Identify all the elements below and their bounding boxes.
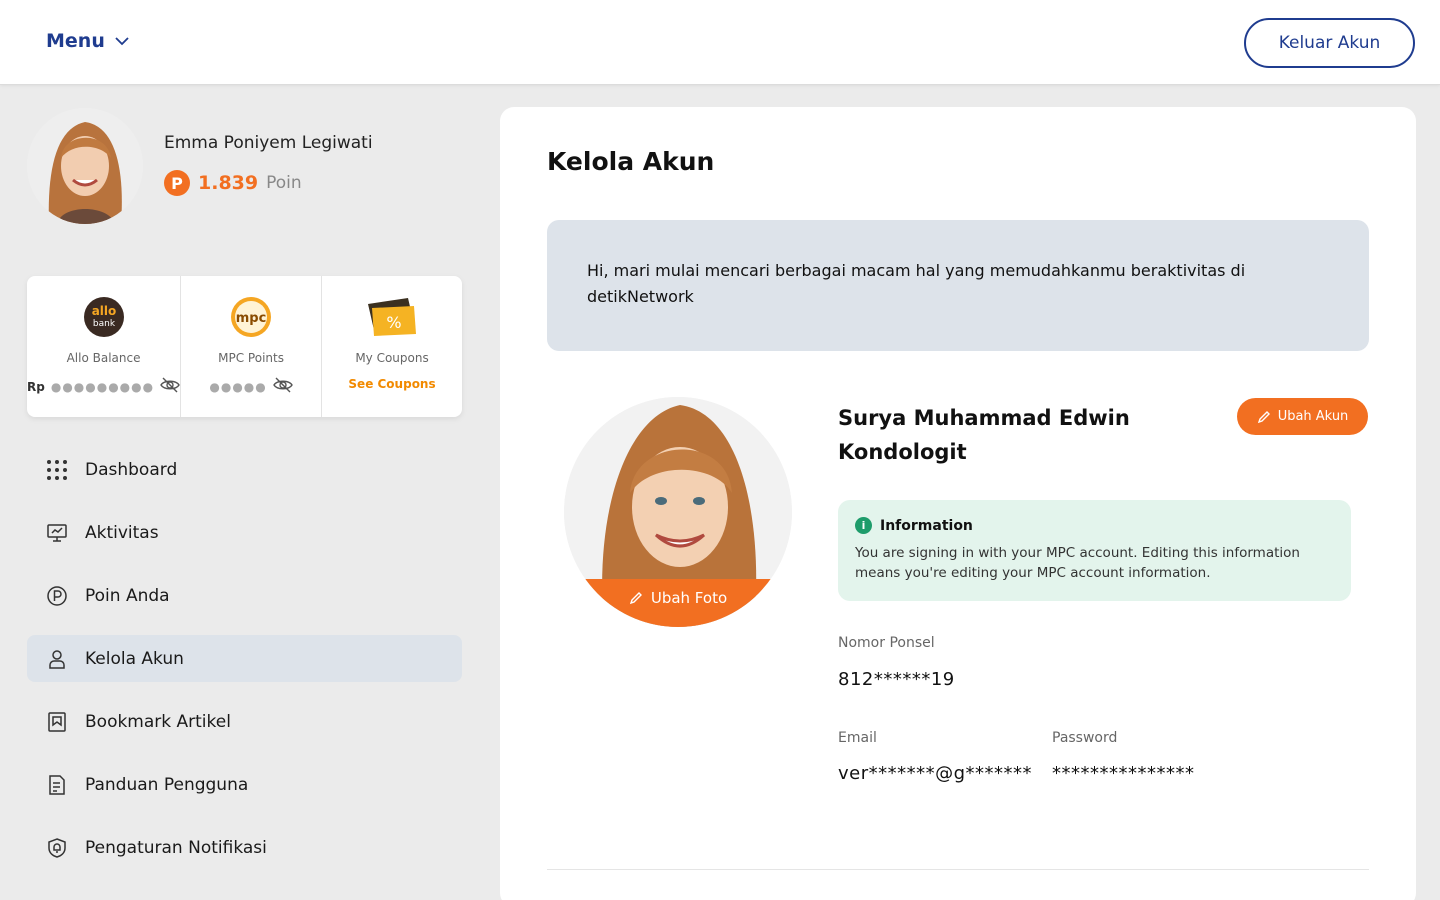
currency-label: Rp <box>27 379 45 394</box>
information-notice: i Information You are signing in with yo… <box>838 500 1351 601</box>
points-badge-icon: P <box>164 170 190 196</box>
sidebar-item-label: Aktivitas <box>85 522 159 543</box>
email-value: ver*******@g******* <box>838 763 1033 784</box>
masked-balance: ●●●●●●●●● <box>50 379 155 394</box>
monitor-icon <box>45 521 69 545</box>
sidebar-item-label: Bookmark Artikel <box>85 711 231 732</box>
grid-dots-icon <box>45 458 69 482</box>
sidebar-item-aktivitas[interactable]: Aktivitas <box>27 509 462 556</box>
email-label: Email <box>838 730 877 746</box>
avatar-photo <box>27 108 143 224</box>
masked-points: ●●●●● <box>209 379 267 394</box>
sidebar-item-label: Dashboard <box>85 459 178 480</box>
eye-off-icon[interactable] <box>160 377 180 396</box>
sidebar-item-dashboard[interactable]: Dashboard <box>27 446 462 493</box>
sidebar-item-pengaturan-notifikasi[interactable]: Pengaturan Notifikasi <box>27 824 462 871</box>
information-title: Information <box>880 517 973 534</box>
profile-photo: Ubah Foto <box>564 397 792 627</box>
sidebar-nav: Dashboard Aktivitas Poin Anda Kelola Aku… <box>27 446 462 887</box>
sidebar-item-panduan-pengguna[interactable]: Panduan Pengguna <box>27 761 462 808</box>
info-icon: i <box>855 517 872 534</box>
password-label: Password <box>1052 730 1118 746</box>
wallet-card: allo bank Allo Balance Rp ●●●●●●●●● mpc … <box>27 276 462 417</box>
svg-text:allo: allo <box>91 304 116 318</box>
allo-bank-icon: allo bank <box>83 297 124 337</box>
edit-account-button[interactable]: Ubah Akun <box>1237 398 1368 435</box>
points-unit: Poin <box>266 173 302 193</box>
sidebar-item-label: Pengaturan Notifikasi <box>85 837 267 858</box>
menu-dropdown-button[interactable]: Menu <box>46 30 131 52</box>
my-coupons-label: My Coupons <box>355 351 429 365</box>
allo-balance-label: Allo Balance <box>66 351 141 365</box>
sidebar-item-kelola-akun[interactable]: Kelola Akun <box>27 635 462 682</box>
see-coupons-link[interactable]: See Coupons <box>348 377 435 391</box>
sidebar-item-bookmark-artikel[interactable]: Bookmark Artikel <box>27 698 462 745</box>
change-photo-button[interactable]: Ubah Foto <box>564 579 792 627</box>
sidebar-item-poin-anda[interactable]: Poin Anda <box>27 572 462 619</box>
profile-name: Emma Poniyem Legiwati <box>164 133 373 153</box>
greeting-banner: Hi, mari mulai mencari berbagai macam ha… <box>547 220 1369 351</box>
mpc-points-value: ●●●●● <box>209 377 293 396</box>
allo-balance-panel[interactable]: allo bank Allo Balance Rp ●●●●●●●●● <box>27 276 180 417</box>
chevron-down-icon <box>115 37 129 46</box>
pencil-icon <box>1257 410 1270 423</box>
sidebar-item-label: Panduan Pengguna <box>85 774 249 795</box>
account-panel: Kelola Akun Hi, mari mulai mencari berba… <box>500 107 1416 900</box>
menu-label: Menu <box>46 30 105 52</box>
mpc-points-label: MPC Points <box>218 351 284 365</box>
change-photo-label: Ubah Foto <box>650 589 728 607</box>
coupon-ticket-icon: % <box>368 298 417 336</box>
top-bar: Menu Keluar Akun <box>0 0 1440 85</box>
divider <box>547 869 1369 870</box>
page-title: Kelola Akun <box>547 147 715 176</box>
profile-points: P 1.839 Poin <box>164 170 302 196</box>
information-header: i Information <box>855 517 1334 534</box>
sidebar-item-label: Kelola Akun <box>85 648 184 669</box>
svg-text:bank: bank <box>92 319 115 329</box>
avatar <box>27 108 143 224</box>
phone-label: Nomor Ponsel <box>838 635 935 651</box>
guide-icon <box>45 773 69 797</box>
edit-account-label: Ubah Akun <box>1277 409 1349 424</box>
user-icon <box>45 647 69 671</box>
points-circle-icon <box>45 584 69 608</box>
account-user-name: Surya Muhammad Edwin Kondologit <box>838 406 1130 464</box>
svg-text:%: % <box>386 313 401 332</box>
sidebar-item-label: Poin Anda <box>85 585 170 606</box>
mpc-logo-icon: mpc <box>231 297 272 337</box>
shield-bell-icon <box>45 836 69 860</box>
logout-button[interactable]: Keluar Akun <box>1244 18 1415 68</box>
mpc-points-panel[interactable]: mpc MPC Points ●●●●● <box>180 276 321 417</box>
my-coupons-panel[interactable]: % My Coupons See Coupons <box>321 276 462 417</box>
eye-off-icon[interactable] <box>272 377 293 396</box>
phone-value: 812******19 <box>838 669 955 690</box>
bookmark-icon <box>45 710 69 734</box>
allo-balance-value: Rp ●●●●●●●●● <box>27 377 180 396</box>
password-value: *************** <box>1052 763 1195 784</box>
information-text: You are signing in with your MPC account… <box>855 545 1300 581</box>
svg-text:mpc: mpc <box>236 311 267 326</box>
points-value: 1.839 <box>198 172 259 194</box>
pencil-icon <box>629 592 642 605</box>
